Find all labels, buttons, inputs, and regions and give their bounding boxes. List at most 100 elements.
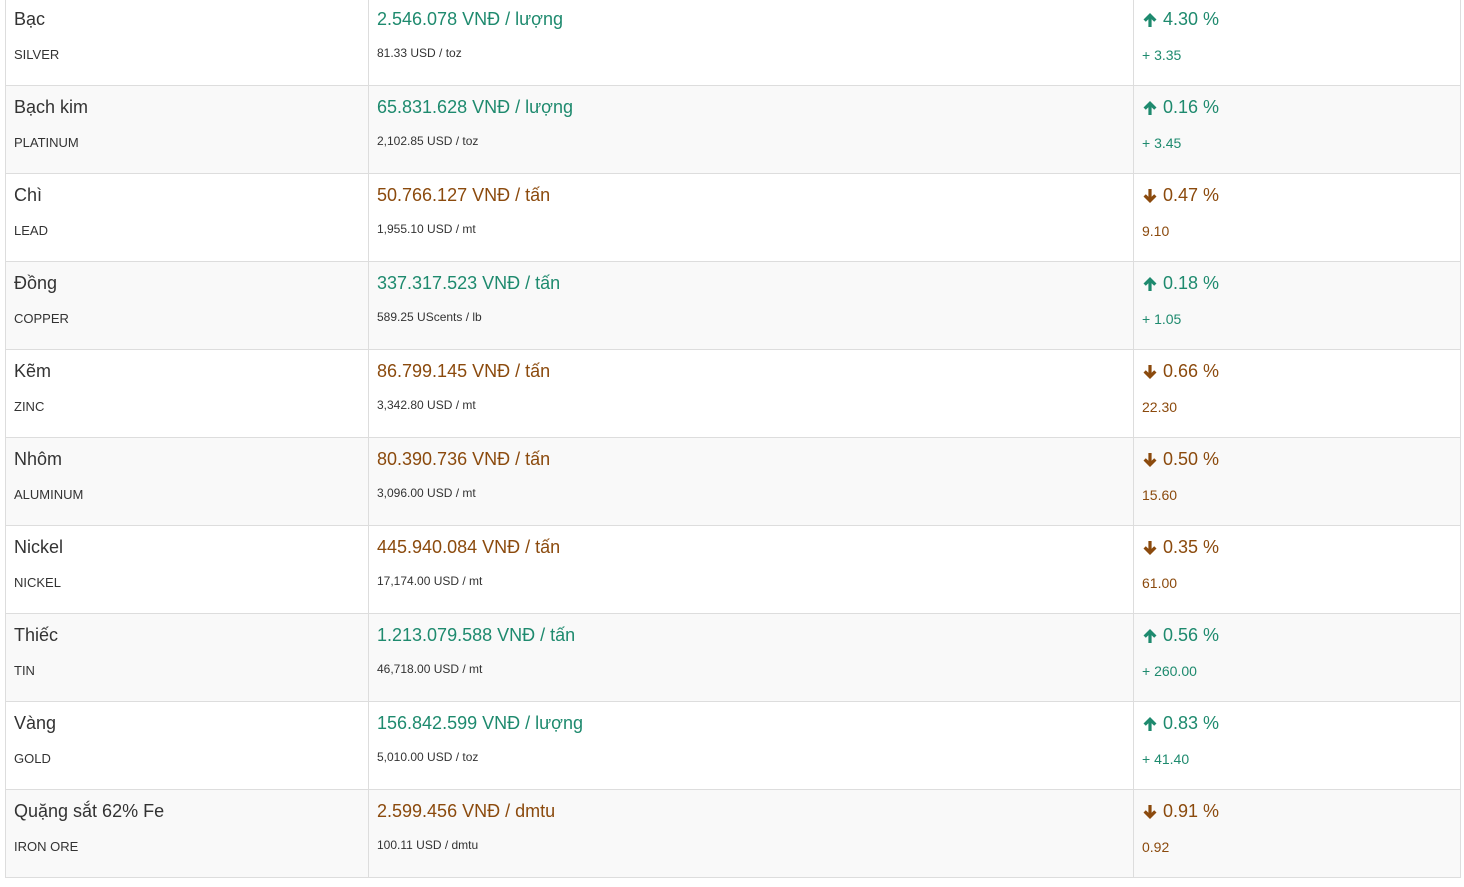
commodity-name: Nhôm bbox=[14, 449, 63, 469]
arrow-down-icon bbox=[1142, 452, 1158, 468]
commodity-code: GOLD bbox=[14, 751, 51, 766]
change-cell: 0.91 % 0.92 bbox=[1133, 789, 1461, 878]
change-cell: 0.66 % 22.30 bbox=[1133, 349, 1461, 438]
percent-change: 0.91 % bbox=[1142, 801, 1219, 822]
absolute-change: + 3.45 bbox=[1142, 135, 1182, 151]
price-usd: 2,102.85 USD / toz bbox=[377, 134, 479, 148]
commodity-cell: Chì LEAD bbox=[5, 173, 369, 262]
percent-change-value: 0.50 % bbox=[1163, 449, 1220, 469]
commodity-name: Chì bbox=[14, 185, 43, 205]
percent-change-value: 0.18 % bbox=[1163, 273, 1220, 293]
percent-change-value: 0.35 % bbox=[1163, 537, 1220, 557]
price-cell: 445.940.084 VNĐ / tấn 17,174.00 USD / mt bbox=[368, 525, 1134, 614]
percent-change: 0.16 % bbox=[1142, 97, 1219, 118]
absolute-change: 0.92 bbox=[1142, 839, 1170, 855]
percent-change: 0.83 % bbox=[1142, 713, 1219, 734]
commodity-code: COPPER bbox=[14, 311, 69, 326]
price-usd: 3,096.00 USD / mt bbox=[377, 486, 476, 500]
arrow-up-icon bbox=[1142, 100, 1158, 116]
price-usd: 46,718.00 USD / mt bbox=[377, 662, 483, 676]
table-row: Bạc SILVER 2.546.078 VNĐ / lượng 81.33 U… bbox=[5, 0, 1461, 86]
price-usd: 3,342.80 USD / mt bbox=[377, 398, 476, 412]
percent-change: 4.30 % bbox=[1142, 9, 1219, 30]
commodity-cell: Quặng sắt 62% Fe IRON ORE bbox=[5, 789, 369, 878]
price-vnd: 2.546.078 VNĐ / lượng bbox=[377, 9, 563, 29]
change-cell: 0.18 % + 1.05 bbox=[1133, 261, 1461, 350]
change-cell: 0.16 % + 3.45 bbox=[1133, 85, 1461, 174]
price-cell: 337.317.523 VNĐ / tấn 589.25 UScents / l… bbox=[368, 261, 1134, 350]
arrow-down-icon bbox=[1142, 364, 1158, 380]
percent-change: 0.66 % bbox=[1142, 361, 1219, 382]
commodity-name: Bạc bbox=[14, 9, 46, 29]
commodity-code: ZINC bbox=[14, 399, 45, 414]
change-cell: 0.56 % + 260.00 bbox=[1133, 613, 1461, 702]
table-row: Đồng COPPER 337.317.523 VNĐ / tấn 589.25… bbox=[5, 261, 1461, 350]
commodity-cell: Nhôm ALUMINUM bbox=[5, 437, 369, 526]
price-usd: 17,174.00 USD / mt bbox=[377, 574, 483, 588]
price-usd: 100.11 USD / dmtu bbox=[377, 838, 479, 852]
price-cell: 80.390.736 VNĐ / tấn 3,096.00 USD / mt bbox=[368, 437, 1134, 526]
percent-change: 0.56 % bbox=[1142, 625, 1219, 646]
change-cell: 0.47 % 9.10 bbox=[1133, 173, 1461, 262]
price-cell: 1.213.079.588 VNĐ / tấn 46,718.00 USD / … bbox=[368, 613, 1134, 702]
price-usd: 1,955.10 USD / mt bbox=[377, 222, 476, 236]
percent-change-value: 0.16 % bbox=[1163, 97, 1220, 117]
commodity-cell: Nickel NICKEL bbox=[5, 525, 369, 614]
commodity-name: Kẽm bbox=[14, 361, 52, 381]
metal-prices-body: Bạc SILVER 2.546.078 VNĐ / lượng 81.33 U… bbox=[5, 0, 1461, 878]
table-row: Nickel NICKEL 445.940.084 VNĐ / tấn 17,1… bbox=[5, 525, 1461, 614]
table-row: Nhôm ALUMINUM 80.390.736 VNĐ / tấn 3,096… bbox=[5, 437, 1461, 526]
percent-change-value: 4.30 % bbox=[1163, 9, 1220, 29]
commodity-cell: Thiếc TIN bbox=[5, 613, 369, 702]
absolute-change: + 260.00 bbox=[1142, 663, 1197, 679]
price-cell: 50.766.127 VNĐ / tấn 1,955.10 USD / mt bbox=[368, 173, 1134, 262]
commodity-code: IRON ORE bbox=[14, 839, 79, 854]
price-vnd: 86.799.145 VNĐ / tấn bbox=[377, 361, 551, 381]
commodity-cell: Kẽm ZINC bbox=[5, 349, 369, 438]
commodity-code: PLATINUM bbox=[14, 135, 79, 150]
price-usd: 5,010.00 USD / toz bbox=[377, 750, 479, 764]
commodity-code: ALUMINUM bbox=[14, 487, 84, 502]
arrow-down-icon bbox=[1142, 804, 1158, 820]
table-row: Thiếc TIN 1.213.079.588 VNĐ / tấn 46,718… bbox=[5, 613, 1461, 702]
percent-change-value: 0.56 % bbox=[1163, 625, 1220, 645]
percent-change: 0.35 % bbox=[1142, 537, 1219, 558]
table-row: Vàng GOLD 156.842.599 VNĐ / lượng 5,010.… bbox=[5, 701, 1461, 790]
price-usd: 589.25 UScents / lb bbox=[377, 310, 482, 324]
table-row: Bạch kim PLATINUM 65.831.628 VNĐ / lượng… bbox=[5, 85, 1461, 174]
absolute-change: 22.30 bbox=[1142, 399, 1178, 415]
price-vnd: 156.842.599 VNĐ / lượng bbox=[377, 713, 583, 733]
commodity-name: Bạch kim bbox=[14, 97, 89, 117]
commodity-code: LEAD bbox=[14, 223, 48, 238]
percent-change-value: 0.47 % bbox=[1163, 185, 1220, 205]
price-cell: 2.599.456 VNĐ / dmtu 100.11 USD / dmtu bbox=[368, 789, 1134, 878]
commodity-cell: Bạch kim PLATINUM bbox=[5, 85, 369, 174]
percent-change-value: 0.91 % bbox=[1163, 801, 1220, 821]
table-row: Kẽm ZINC 86.799.145 VNĐ / tấn 3,342.80 U… bbox=[5, 349, 1461, 438]
absolute-change: 15.60 bbox=[1142, 487, 1178, 503]
price-cell: 86.799.145 VNĐ / tấn 3,342.80 USD / mt bbox=[368, 349, 1134, 438]
price-cell: 2.546.078 VNĐ / lượng 81.33 USD / toz bbox=[368, 0, 1134, 86]
table-row: Chì LEAD 50.766.127 VNĐ / tấn 1,955.10 U… bbox=[5, 173, 1461, 262]
change-cell: 0.35 % 61.00 bbox=[1133, 525, 1461, 614]
price-vnd: 445.940.084 VNĐ / tấn bbox=[377, 537, 561, 557]
price-vnd: 50.766.127 VNĐ / tấn bbox=[377, 185, 551, 205]
commodity-name: Đồng bbox=[14, 273, 58, 293]
price-vnd: 65.831.628 VNĐ / lượng bbox=[377, 97, 573, 117]
commodity-cell: Bạc SILVER bbox=[5, 0, 369, 86]
percent-change: 0.18 % bbox=[1142, 273, 1219, 294]
table-row: Quặng sắt 62% Fe IRON ORE 2.599.456 VNĐ … bbox=[5, 789, 1461, 878]
metal-prices-table: Bạc SILVER 2.546.078 VNĐ / lượng 81.33 U… bbox=[5, 0, 1461, 878]
commodity-code: NICKEL bbox=[14, 575, 61, 590]
change-cell: 4.30 % + 3.35 bbox=[1133, 0, 1461, 86]
absolute-change: + 3.35 bbox=[1142, 47, 1182, 63]
percent-change-value: 0.66 % bbox=[1163, 361, 1220, 381]
metal-prices-table-container: Bạc SILVER 2.546.078 VNĐ / lượng 81.33 U… bbox=[5, 0, 1461, 878]
commodity-code: TIN bbox=[14, 663, 35, 678]
price-vnd: 80.390.736 VNĐ / tấn bbox=[377, 449, 551, 469]
percent-change-value: 0.83 % bbox=[1163, 713, 1220, 733]
price-cell: 156.842.599 VNĐ / lượng 5,010.00 USD / t… bbox=[368, 701, 1134, 790]
arrow-up-icon bbox=[1142, 276, 1158, 292]
commodity-cell: Đồng COPPER bbox=[5, 261, 369, 350]
percent-change: 0.47 % bbox=[1142, 185, 1219, 206]
